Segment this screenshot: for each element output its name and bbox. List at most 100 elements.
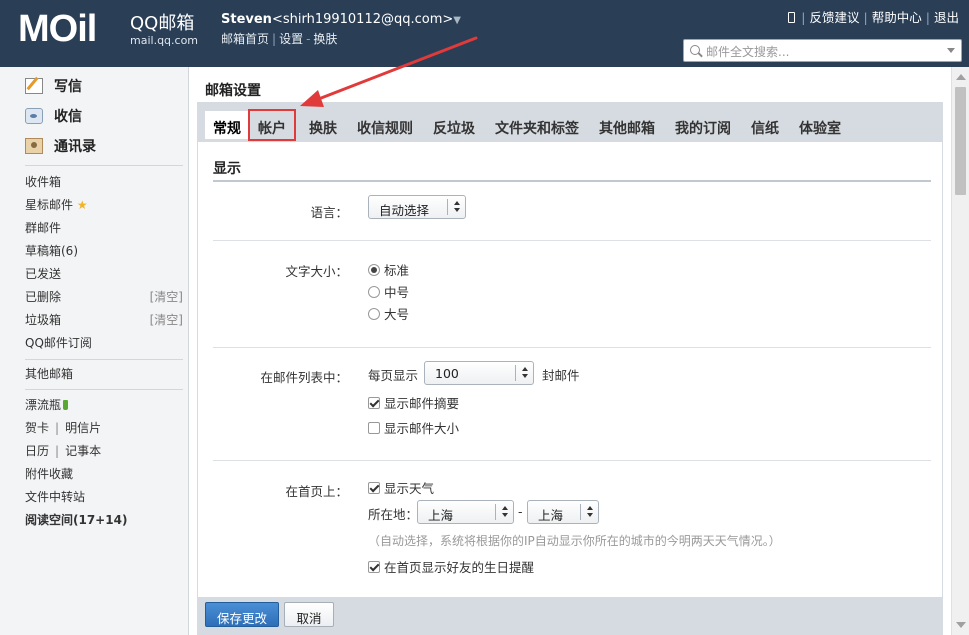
tab-labs[interactable]: 体验室 <box>791 111 849 139</box>
language-select[interactable]: 自动选择 <box>368 195 466 219</box>
tab-mail-rules[interactable]: 收信规则 <box>349 111 421 139</box>
sidebar-item-spam[interactable]: 垃圾箱 [清空] <box>25 311 183 328</box>
folder-label: 群邮件 <box>25 221 62 235</box>
sidebar-item-calendar[interactable]: 日历 <box>25 444 49 458</box>
checkbox-icon <box>368 421 380 434</box>
province-select[interactable]: 上海 <box>417 500 514 524</box>
checkbox-icon <box>368 560 380 573</box>
inbox-check-button[interactable]: 收信 <box>25 105 82 127</box>
nav-skin[interactable]: 换肤 <box>313 32 337 46</box>
qq-mail-logo[interactable]: MOil QQ邮箱 mail.qq.com <box>18 8 198 50</box>
province-value: 上海 <box>428 508 454 523</box>
checkbox-icon <box>368 481 380 494</box>
sidebar-item-sent[interactable]: 已发送 <box>25 265 183 282</box>
sidebar-item-deleted[interactable]: 已删除 [清空] <box>25 288 183 305</box>
scroll-thumb[interactable] <box>955 87 966 195</box>
star-icon: ★ <box>76 198 88 212</box>
checkbox-icon <box>368 396 380 409</box>
sidebar-item-reading-space[interactable]: 阅读空间(17+14) <box>25 511 183 528</box>
empty-spam-link[interactable]: [清空] <box>150 311 183 328</box>
top-header: MOil QQ邮箱 mail.qq.com Steven<shirh199101… <box>0 0 969 67</box>
contacts-button[interactable]: 通讯录 <box>25 135 96 157</box>
compose-button[interactable]: 写信 <box>25 75 82 97</box>
tab-my-subscriptions[interactable]: 我的订阅 <box>667 111 739 139</box>
sidebar-item-file-transfer[interactable]: 文件中转站 <box>25 488 183 505</box>
account-switch-caret[interactable]: ▼ <box>453 15 461 26</box>
sidebar-item-subscriptions[interactable]: QQ邮件订阅 <box>25 334 183 351</box>
empty-deleted-link[interactable]: [清空] <box>150 288 183 305</box>
bottle-icon <box>63 400 69 410</box>
font-size-medium-radio[interactable]: 中号 <box>368 282 409 301</box>
show-size-checkbox[interactable]: 显示邮件大小 <box>368 418 459 437</box>
logo-brand: QQ邮箱 <box>130 13 195 34</box>
radio-icon <box>368 263 380 276</box>
tab-stationery[interactable]: 信纸 <box>743 111 787 139</box>
sidebar-item-greeting-card[interactable]: 贺卡 <box>25 421 49 435</box>
font-size-large-radio[interactable]: 大号 <box>368 304 409 323</box>
contacts-label: 通讯录 <box>54 139 96 155</box>
tab-anti-spam[interactable]: 反垃圾 <box>425 111 483 139</box>
sidebar-item-drafts[interactable]: 草稿箱(6) <box>25 242 183 259</box>
sidebar: 写信 收信 通讯录 收件箱 星标邮件 ★ 群邮件 草稿箱(6) 已发送 已删除 [… <box>0 67 189 635</box>
app-label: 文件中转站 <box>25 490 86 504</box>
tab-skin[interactable]: 换肤 <box>301 111 345 139</box>
nav-settings[interactable]: 设置 <box>279 32 303 46</box>
tab-other-mailboxes[interactable]: 其他邮箱 <box>591 111 663 139</box>
help-link[interactable]: 帮助中心 <box>872 10 922 25</box>
show-weather-checkbox[interactable]: 显示天气 <box>368 478 434 497</box>
city-value: 上海 <box>538 508 564 523</box>
per-page-select[interactable]: 100 <box>424 361 534 385</box>
sidebar-item-drift-bottle[interactable]: 漂流瓶 <box>25 396 183 413</box>
scroll-up-arrow-icon[interactable] <box>956 74 966 80</box>
sidebar-divider <box>25 389 183 390</box>
folder-label: 草稿箱(6) <box>25 244 78 258</box>
search-input[interactable]: 邮件全文搜索... <box>706 43 789 60</box>
select-arrows-icon <box>515 365 533 381</box>
tab-folders-labels[interactable]: 文件夹和标签 <box>487 111 587 139</box>
page-scrollbar[interactable] <box>951 67 969 635</box>
logo-mark: MOil <box>18 8 97 50</box>
sidebar-item-attachments[interactable]: 附件收藏 <box>25 465 183 482</box>
per-page-prefix: 每页显示 <box>368 368 419 383</box>
phone-icon[interactable] <box>788 12 796 23</box>
user-email: <shirh19910112@qq.com> <box>271 12 454 27</box>
sidebar-item-notes[interactable]: 记事本 <box>65 444 101 458</box>
separator: | <box>55 444 60 458</box>
logo-domain: mail.qq.com <box>130 34 199 47</box>
page-title: 邮箱设置 <box>205 83 261 99</box>
folder-label: QQ邮件订阅 <box>25 336 92 350</box>
cancel-button[interactable]: 取消 <box>284 602 334 627</box>
settings-panel: 邮箱设置 常规 帐户 换肤 收信规则 反垃圾 文件夹和标签 其他邮箱 我的订阅 … <box>194 67 951 635</box>
sidebar-divider <box>25 359 183 360</box>
settings-tabs: 常规 帐户 换肤 收信规则 反垃圾 文件夹和标签 其他邮箱 我的订阅 信纸 体验… <box>197 102 943 142</box>
nav-mail-home[interactable]: 邮箱首页 <box>221 32 269 46</box>
sidebar-item-starred[interactable]: 星标邮件 ★ <box>25 196 183 213</box>
app-label: 阅读空间(17+14) <box>25 513 128 527</box>
city-select[interactable]: 上海 <box>527 500 599 524</box>
row-divider <box>213 460 931 461</box>
select-arrows-icon <box>495 504 513 520</box>
scroll-down-arrow-icon[interactable] <box>956 622 966 628</box>
location-dash: - <box>518 504 523 519</box>
sidebar-item-other-mail[interactable]: 其他邮箱 <box>25 365 183 382</box>
search-box[interactable]: 邮件全文搜索... <box>683 39 962 62</box>
birthday-reminder-checkbox[interactable]: 在首页显示好友的生日提醒 <box>368 557 534 576</box>
font-size-standard-radio[interactable]: 标准 <box>368 260 409 279</box>
folder-label: 垃圾箱 <box>25 313 62 327</box>
logout-link[interactable]: 退出 <box>934 10 959 25</box>
sidebar-item-postcard[interactable]: 明信片 <box>65 421 101 435</box>
tab-general[interactable]: 常规 <box>205 111 249 139</box>
show-summary-checkbox[interactable]: 显示邮件摘要 <box>368 393 459 412</box>
sidebar-item-group-mail[interactable]: 群邮件 <box>25 219 183 236</box>
radio-label: 标准 <box>384 263 410 278</box>
radio-icon <box>368 307 380 320</box>
save-button[interactable]: 保存更改 <box>205 602 279 627</box>
separator: | <box>55 421 60 435</box>
search-options-dropdown-icon[interactable] <box>947 48 955 53</box>
feedback-link[interactable]: 反馈建议 <box>810 10 860 25</box>
user-block: Steven<shirh19910112@qq.com>▼ 邮箱首页 | 设置 - 换肤 <box>221 12 461 47</box>
tab-account[interactable]: 帐户 <box>248 109 296 141</box>
search-icon[interactable] <box>690 45 700 55</box>
select-arrows-icon <box>580 504 598 520</box>
sidebar-item-inbox[interactable]: 收件箱 <box>25 173 183 190</box>
